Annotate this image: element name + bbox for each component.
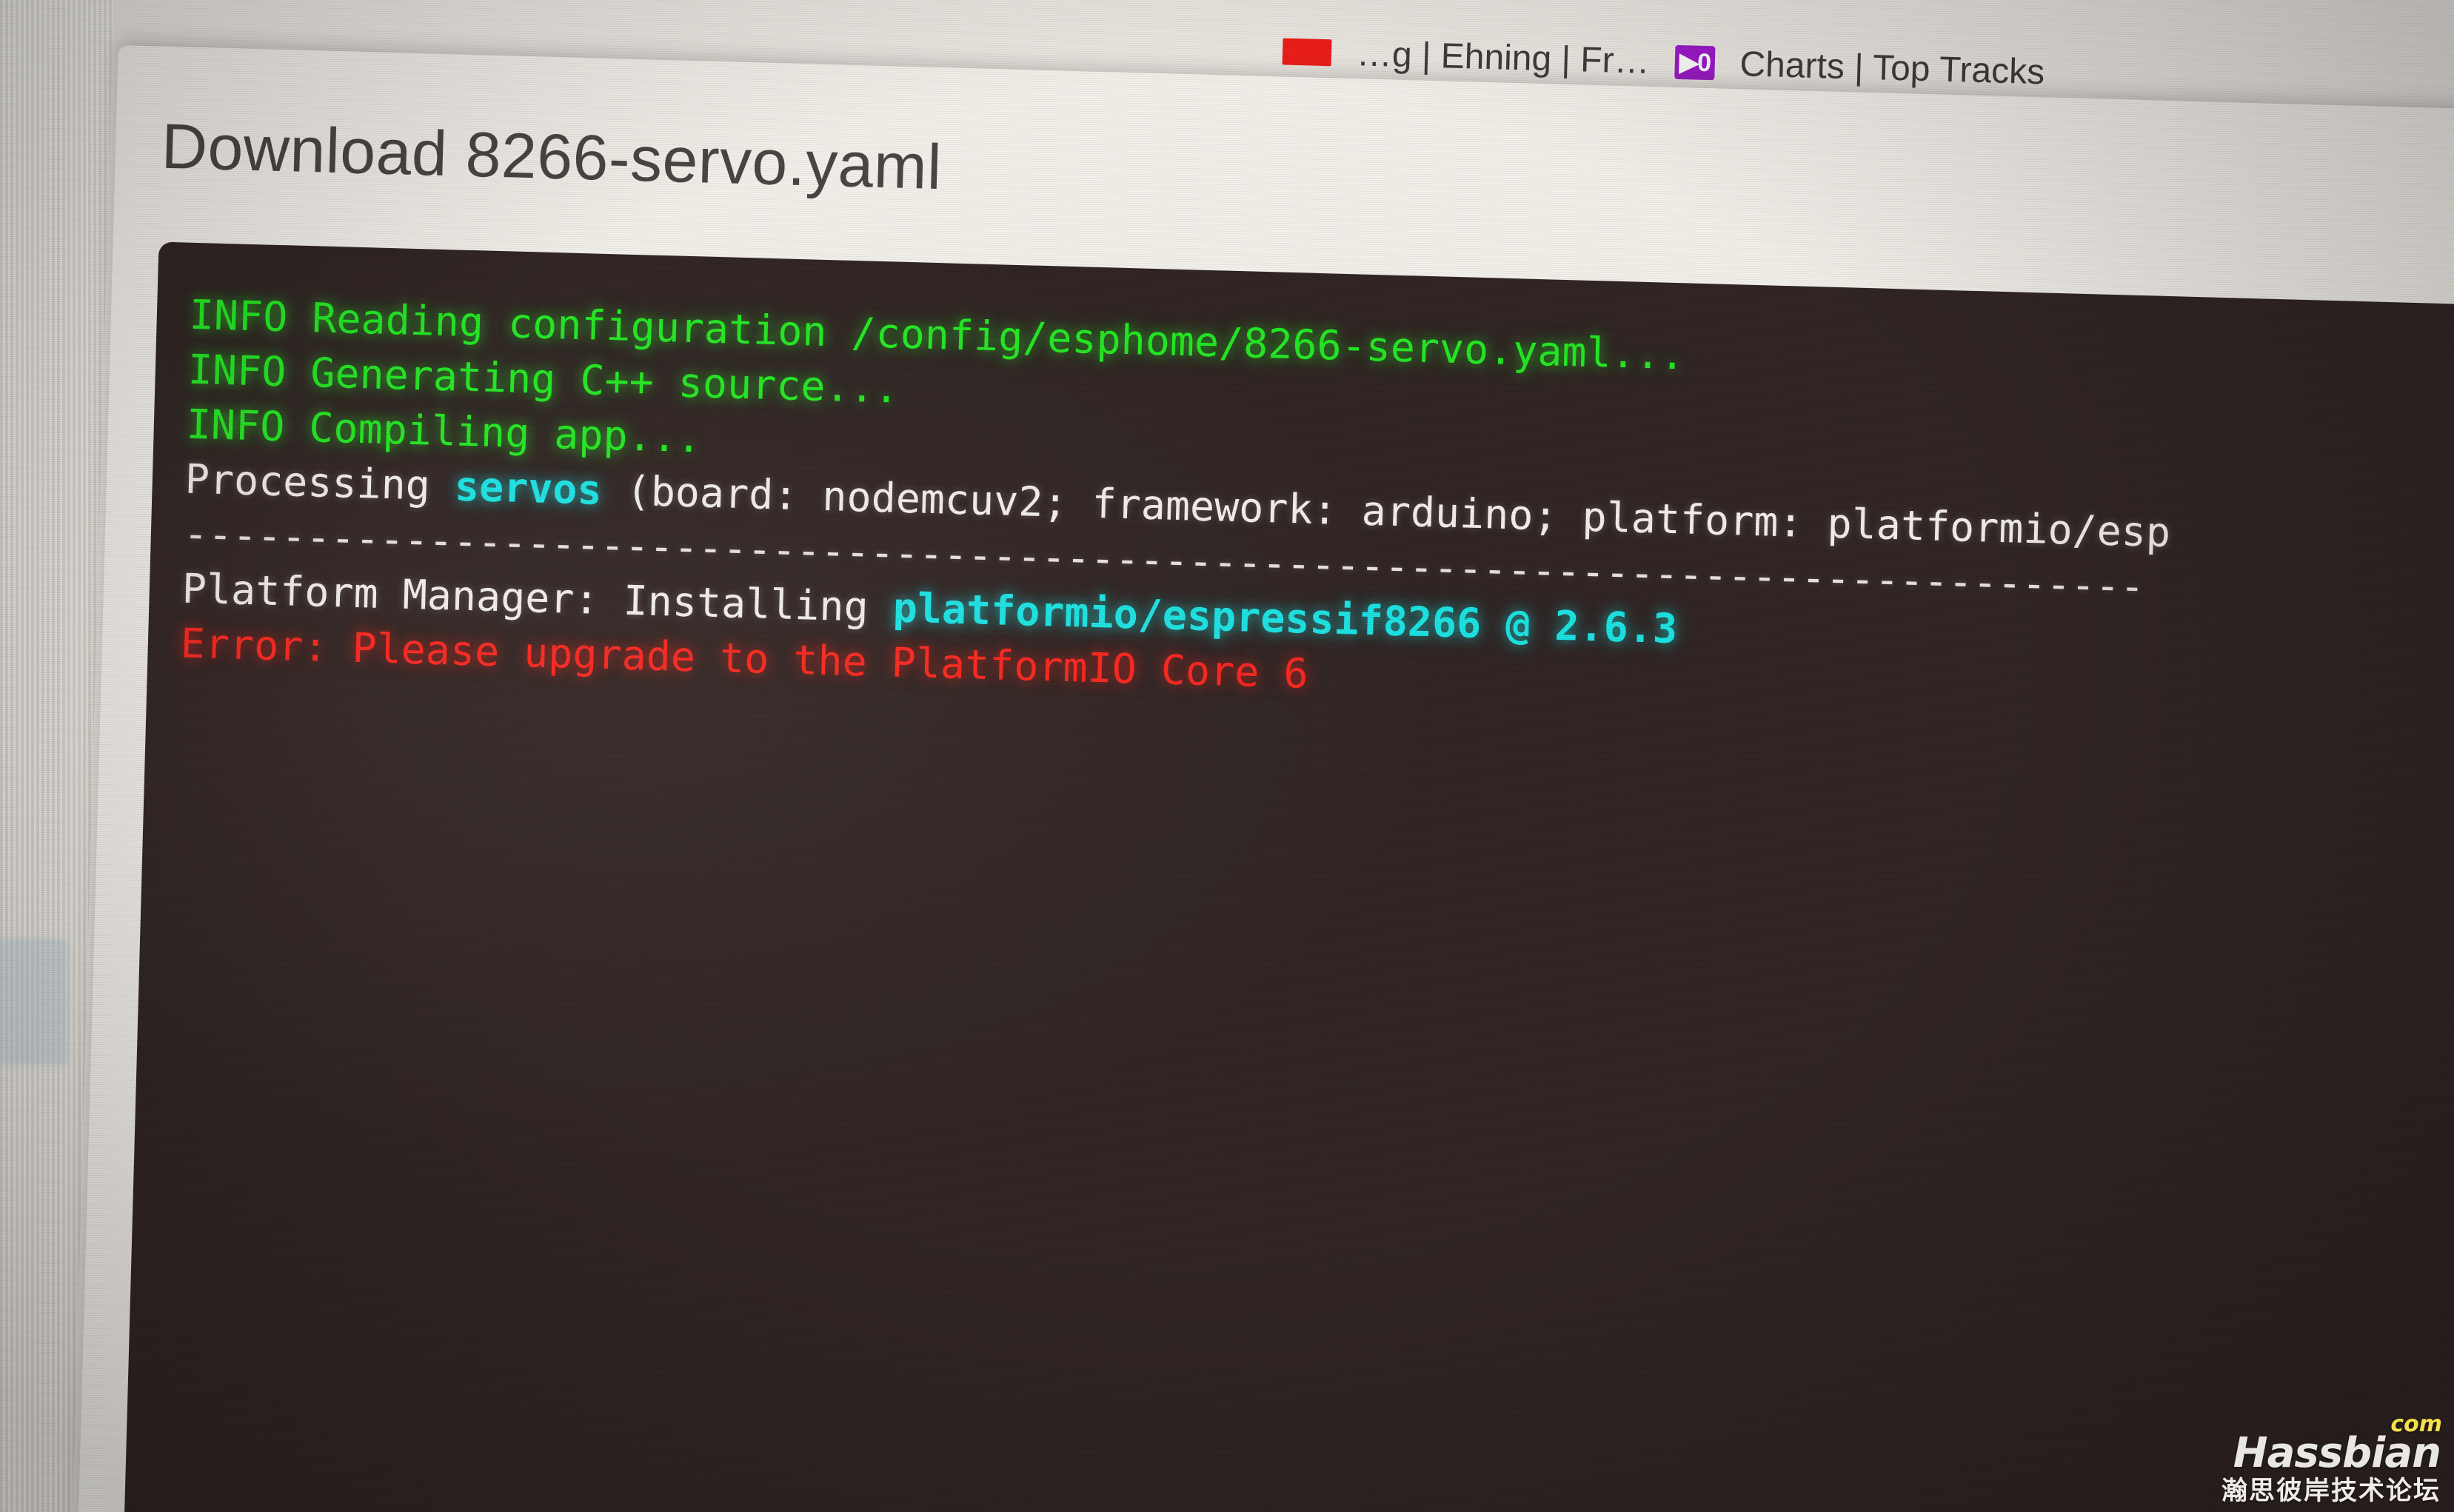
log-segment-text: INFO Compiling app... <box>186 400 702 462</box>
download-log-dialog: Download 8266-servo.yaml INFO Reading co… <box>76 44 2454 1512</box>
dialog-title: Download 8266-servo.yaml <box>160 110 943 204</box>
compile-log-terminal[interactable]: INFO Reading configuration /config/espho… <box>123 241 2454 1512</box>
blue-light-patch <box>0 939 68 1065</box>
log-segment-text: Processing <box>184 455 455 510</box>
photograph-of-monitor: …g | Ehning | Fr… ▶0 Charts | Top Tracks… <box>0 0 2454 1512</box>
purple-play-bookmark-icon[interactable]: ▶0 <box>1674 44 1716 81</box>
red-square-bookmark-icon[interactable] <box>1282 38 1332 67</box>
bookmark-item-label-3[interactable]: Charts | Top Tracks <box>1739 44 2045 93</box>
log-segment-env-name: servos <box>454 462 603 514</box>
monitor-screen: …g | Ehning | Fr… ▶0 Charts | Top Tracks… <box>70 0 2454 1512</box>
bookmark-item-label-1[interactable]: …g | Ehning | Fr… <box>1356 33 1650 82</box>
